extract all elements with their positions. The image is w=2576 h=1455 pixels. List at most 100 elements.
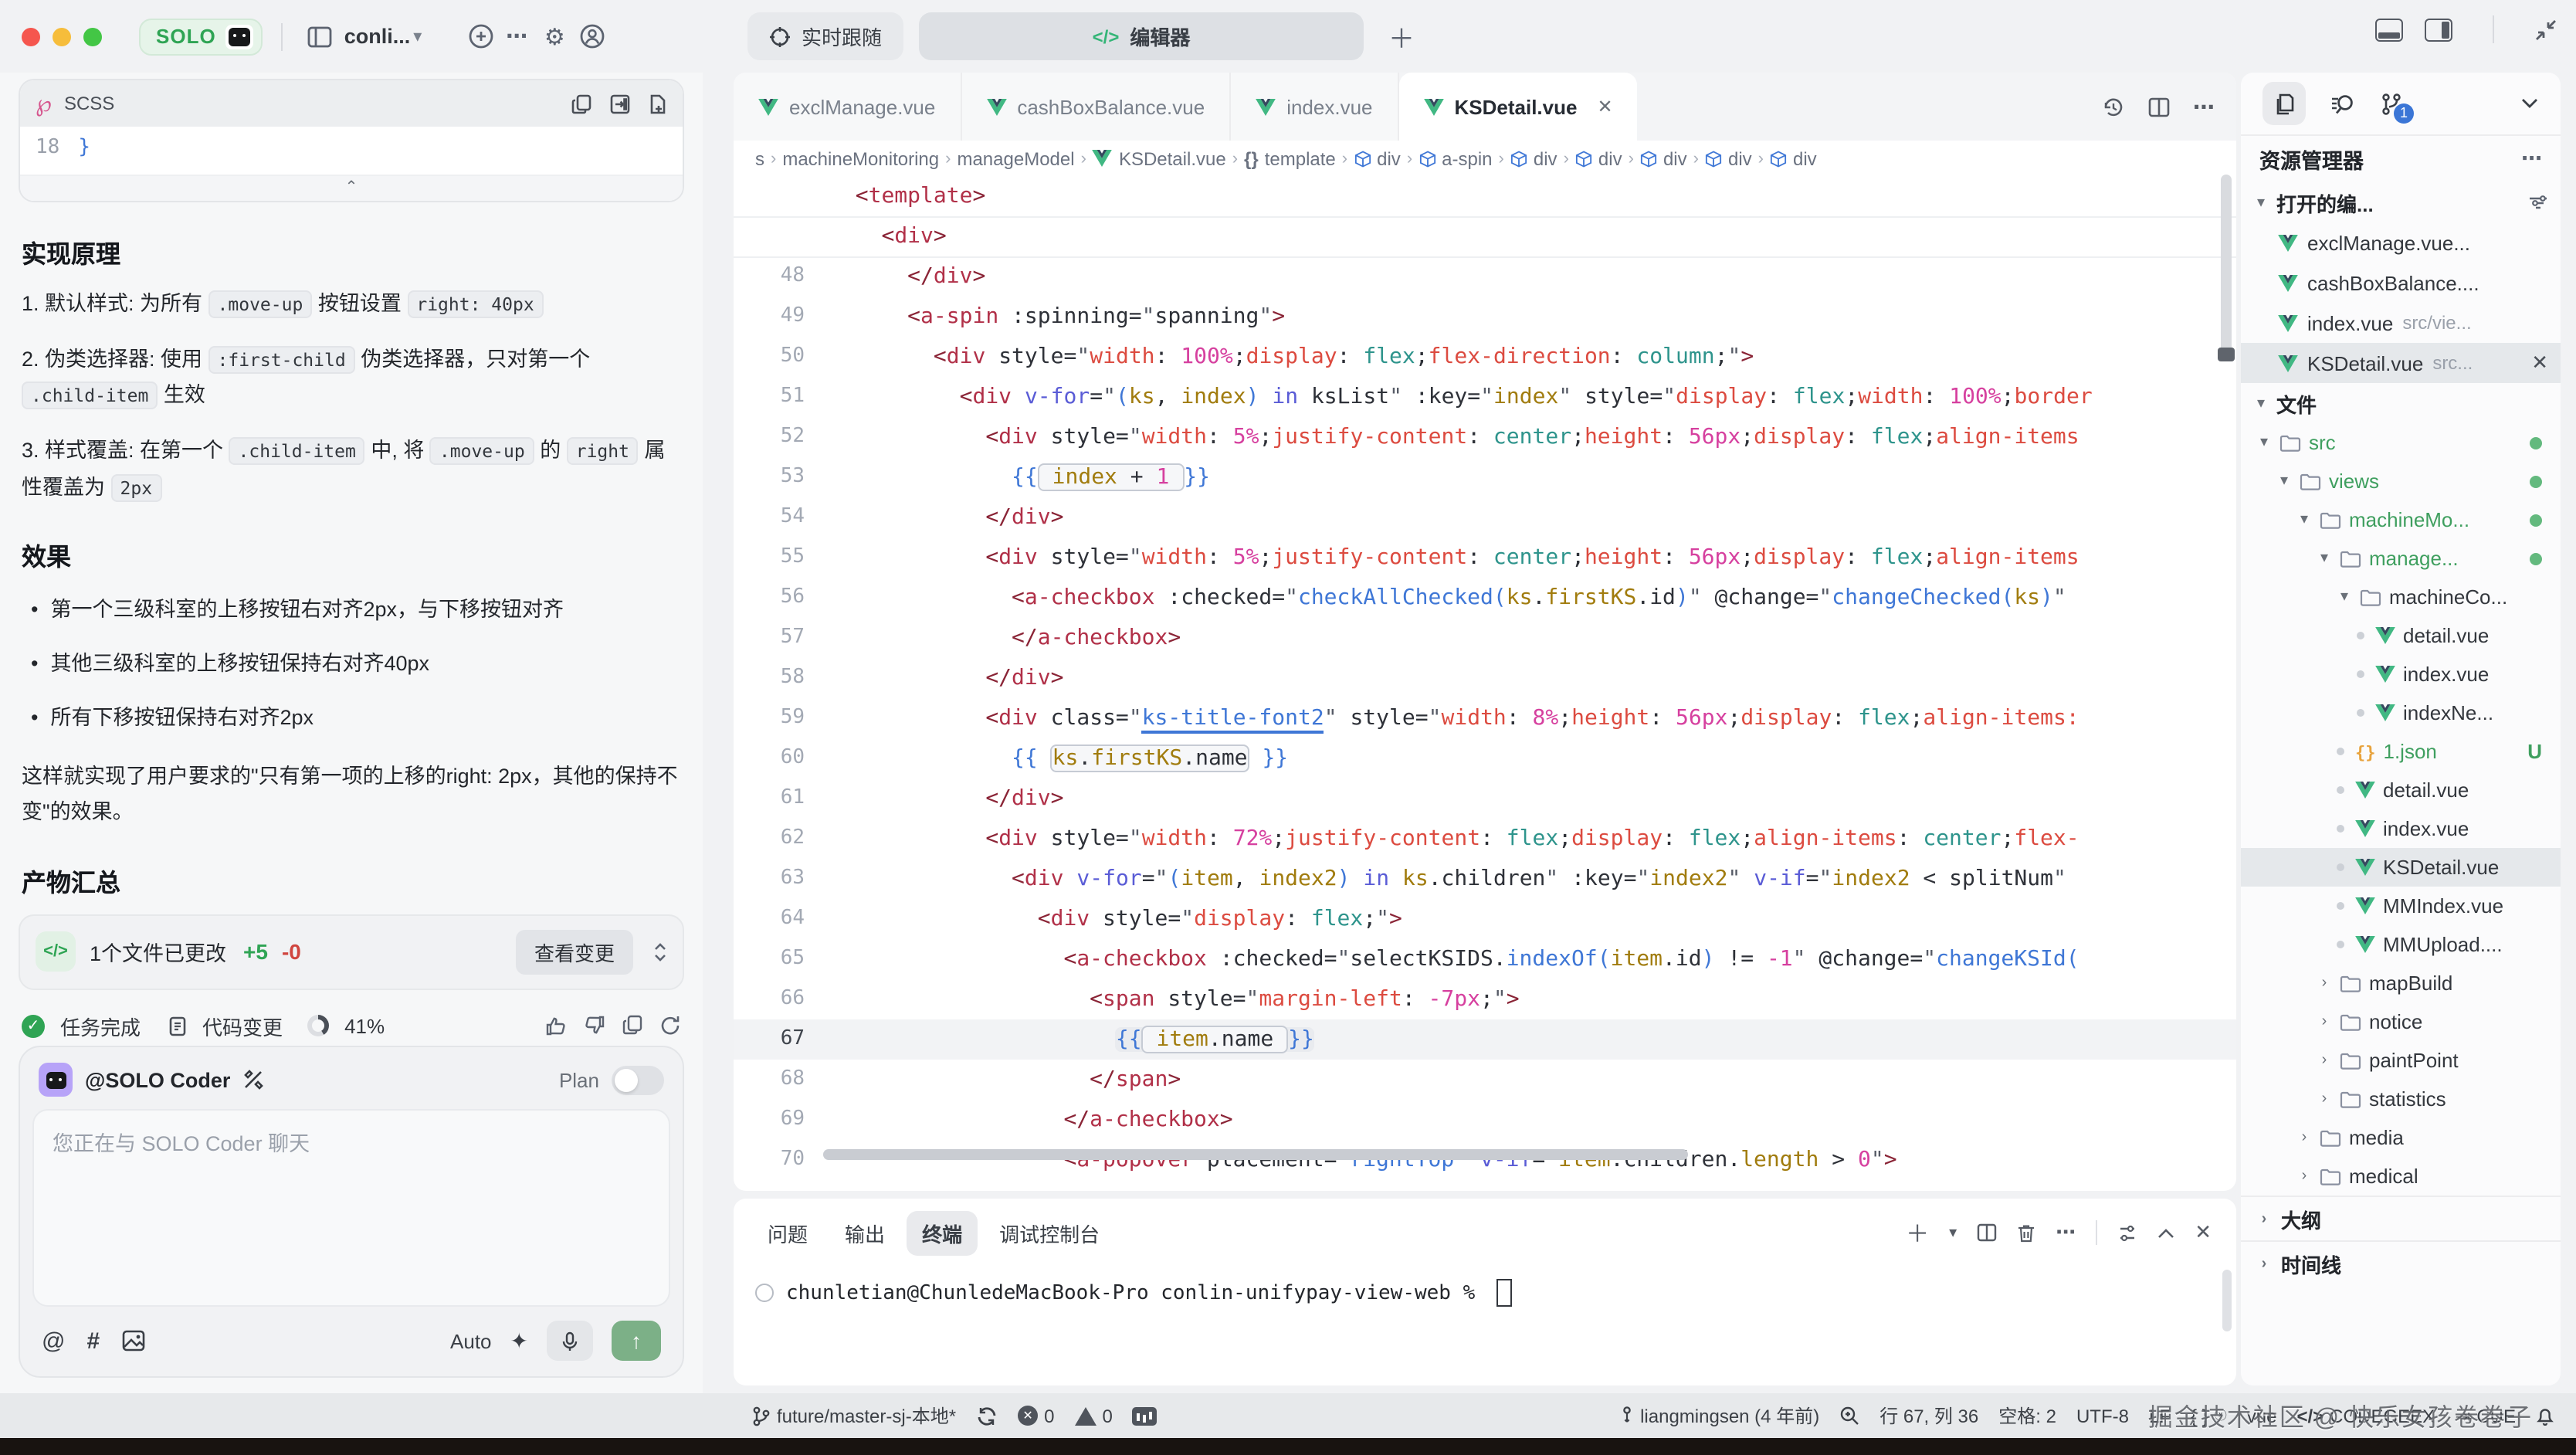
code-line[interactable]: 61 </div> bbox=[734, 778, 2236, 819]
toggle-right-panel-icon[interactable] bbox=[2425, 18, 2452, 41]
code-line[interactable]: 62 <div style="width: 72%;justify-conten… bbox=[734, 819, 2236, 859]
horizontal-scrollbar[interactable] bbox=[823, 1149, 1688, 1160]
code-line[interactable]: 57 </a-checkbox> bbox=[734, 618, 2236, 658]
toggle-bottom-panel-icon[interactable] bbox=[2375, 18, 2403, 41]
breadcrumb-item[interactable]: manageModel bbox=[957, 148, 1074, 169]
search-view-icon[interactable] bbox=[2330, 92, 2355, 115]
tree-item[interactable]: ›media bbox=[2241, 1118, 2561, 1157]
editor-file-tab[interactable]: exclManage.vue bbox=[734, 73, 961, 141]
open-editor-item[interactable]: KSDetail.vuesrc...✕ bbox=[2241, 343, 2561, 383]
vertical-scrollbar[interactable] bbox=[2221, 175, 2232, 360]
tree-chevron-icon[interactable]: ▾ bbox=[2296, 511, 2312, 528]
breadcrumb-item[interactable]: div bbox=[1770, 148, 1817, 169]
tree-chevron-icon[interactable]: ▾ bbox=[2256, 434, 2272, 451]
open-editors-filter-icon[interactable] bbox=[2528, 194, 2548, 211]
tree-item[interactable]: detail.vue bbox=[2241, 771, 2561, 809]
layout-sidebar-icon[interactable] bbox=[301, 18, 338, 55]
tree-item[interactable]: ›paintPoint bbox=[2241, 1041, 2561, 1080]
code-line[interactable]: 68 </span> bbox=[734, 1060, 2236, 1100]
ports-item[interactable] bbox=[1133, 1406, 1158, 1425]
open-editor-item[interactable]: exclManage.vue... bbox=[2241, 222, 2561, 263]
terminal-content[interactable]: chunletian@ChunledeMacBook-Pro conlin-un… bbox=[734, 1260, 2236, 1325]
code-line[interactable]: 56 <a-checkbox :checked="checkAllChecked… bbox=[734, 578, 2236, 618]
editor-file-tab[interactable]: cashBoxBalance.vue bbox=[961, 73, 1231, 141]
tools-icon[interactable] bbox=[242, 1069, 264, 1090]
code-line[interactable]: 70 <a-popover placement="rightTop" v-if=… bbox=[734, 1140, 2236, 1180]
attach-image-icon[interactable] bbox=[121, 1330, 144, 1352]
thumbs-up-icon[interactable] bbox=[545, 1016, 567, 1037]
tree-chevron-icon[interactable]: ▾ bbox=[2337, 588, 2352, 605]
close-panel-icon[interactable]: ✕ bbox=[2195, 1220, 2212, 1245]
tree-chevron-icon[interactable]: › bbox=[2296, 1168, 2312, 1185]
tree-item[interactable]: ›medical bbox=[2241, 1157, 2561, 1196]
split-terminal-icon[interactable] bbox=[1977, 1223, 1997, 1242]
tree-chevron-icon[interactable]: ▾ bbox=[2317, 550, 2332, 567]
solo-mode-badge[interactable]: SOLO bbox=[139, 18, 263, 55]
files-view-icon[interactable] bbox=[2262, 82, 2306, 125]
auto-mode-label[interactable]: Auto bbox=[450, 1329, 492, 1352]
split-editor-icon[interactable] bbox=[2148, 97, 2170, 117]
terminal-settings-icon[interactable] bbox=[2117, 1223, 2137, 1243]
view-changes-button[interactable]: 查看变更 bbox=[516, 930, 633, 975]
files-section[interactable]: ▾ 文件 bbox=[2241, 383, 2561, 423]
code-line[interactable]: 66 <span style="margin-left: -7px;"> bbox=[734, 979, 2236, 1019]
close-editor-icon[interactable]: ✕ bbox=[2531, 351, 2548, 375]
source-control-icon[interactable]: 1 bbox=[2380, 92, 2403, 115]
close-tab-icon[interactable]: ✕ bbox=[1597, 96, 1612, 117]
terminal-tab[interactable]: 问题 bbox=[752, 1210, 823, 1255]
code-line[interactable]: 51 <div v-for="(ks, index) in ksList" :k… bbox=[734, 377, 2236, 417]
explorer-more-icon[interactable]: ⋯ bbox=[2521, 147, 2542, 171]
breadcrumb-item[interactable]: a-spin bbox=[1418, 148, 1492, 169]
context-hash-icon[interactable]: # bbox=[86, 1328, 100, 1354]
chat-input[interactable]: 您正在与 SOLO Coder 聊天 bbox=[32, 1109, 670, 1307]
code-line[interactable]: 60 {{ ks.firstKS.name }} bbox=[734, 738, 2236, 778]
sparkle-icon[interactable]: ✦ bbox=[510, 1328, 528, 1354]
code-line[interactable]: 67 {{ item.name }} bbox=[734, 1019, 2236, 1060]
collapse-window-icon[interactable] bbox=[2534, 18, 2557, 41]
breadcrumb-item[interactable]: div bbox=[1640, 148, 1687, 169]
code-line[interactable]: 64 <div style="display: flex;"> bbox=[734, 899, 2236, 939]
open-editors-section[interactable]: ▾ 打开的编... bbox=[2241, 182, 2561, 222]
code-line[interactable]: 50 <div style="width: 100%;display: flex… bbox=[734, 337, 2236, 377]
tree-item[interactable]: ▾src bbox=[2241, 423, 2561, 462]
open-editor-item[interactable]: cashBoxBalance.... bbox=[2241, 263, 2561, 303]
code-change-icon[interactable] bbox=[168, 1016, 187, 1036]
git-blame-item[interactable]: liangmingsen (4 年前) bbox=[1620, 1402, 1819, 1429]
send-message-button[interactable]: ↑ bbox=[612, 1321, 661, 1361]
editor-tab[interactable]: </> 编辑器 bbox=[919, 12, 1364, 60]
close-window-button[interactable] bbox=[22, 27, 40, 46]
code-line[interactable]: 52 <div style="width: 5%;justify-content… bbox=[734, 417, 2236, 457]
tree-item[interactable]: {}1.jsonU bbox=[2241, 732, 2561, 771]
kill-terminal-icon[interactable] bbox=[2017, 1223, 2035, 1243]
code-line[interactable]: 55 <div style="width: 5%;justify-content… bbox=[734, 538, 2236, 578]
voice-input-button[interactable] bbox=[547, 1321, 593, 1361]
open-editor-item[interactable]: index.vuesrc/vie... bbox=[2241, 303, 2561, 343]
tree-item[interactable]: detail.vue bbox=[2241, 616, 2561, 655]
new-chat-icon[interactable] bbox=[462, 18, 499, 55]
terminal-scrollbar[interactable] bbox=[2222, 1270, 2232, 1331]
new-terminal-icon[interactable]: ＋ bbox=[1906, 1216, 1929, 1249]
project-name[interactable]: conli... bbox=[344, 25, 411, 48]
tree-item[interactable]: index.vue bbox=[2241, 809, 2561, 848]
breadcrumb-item[interactable]: s bbox=[755, 148, 764, 169]
indentation-item[interactable]: 空格: 2 bbox=[1998, 1402, 2056, 1429]
terminal-tab[interactable]: 输出 bbox=[829, 1210, 900, 1255]
terminal-dropdown-icon[interactable]: ▾ bbox=[1949, 1224, 1957, 1241]
editor-file-tab[interactable]: index.vue bbox=[1231, 73, 1398, 141]
tree-item[interactable]: ›statistics bbox=[2241, 1080, 2561, 1118]
sync-item[interactable] bbox=[976, 1405, 998, 1426]
tree-chevron-icon[interactable]: › bbox=[2317, 1013, 2332, 1030]
account-avatar-icon[interactable] bbox=[573, 18, 610, 55]
notifications-bell-icon[interactable] bbox=[2536, 1406, 2554, 1426]
encoding-item[interactable]: UTF-8 bbox=[2076, 1405, 2129, 1426]
copy-code-icon[interactable] bbox=[571, 93, 591, 114]
terminal-tab[interactable]: 调试控制台 bbox=[984, 1210, 1115, 1255]
code-line[interactable]: 53 {{ index + 1 }} bbox=[734, 457, 2236, 497]
code-editor[interactable]: <template> <div>48 </div>49 <a-spin :spi… bbox=[734, 176, 2236, 1189]
new-file-icon[interactable] bbox=[649, 93, 667, 114]
tree-item[interactable]: MMUpload.... bbox=[2241, 925, 2561, 964]
maximize-panel-icon[interactable] bbox=[2157, 1227, 2174, 1238]
file-history-icon[interactable] bbox=[2102, 95, 2125, 118]
errors-item[interactable]: ✕0 bbox=[1018, 1405, 1054, 1426]
expand-changes-icon[interactable] bbox=[653, 942, 667, 962]
